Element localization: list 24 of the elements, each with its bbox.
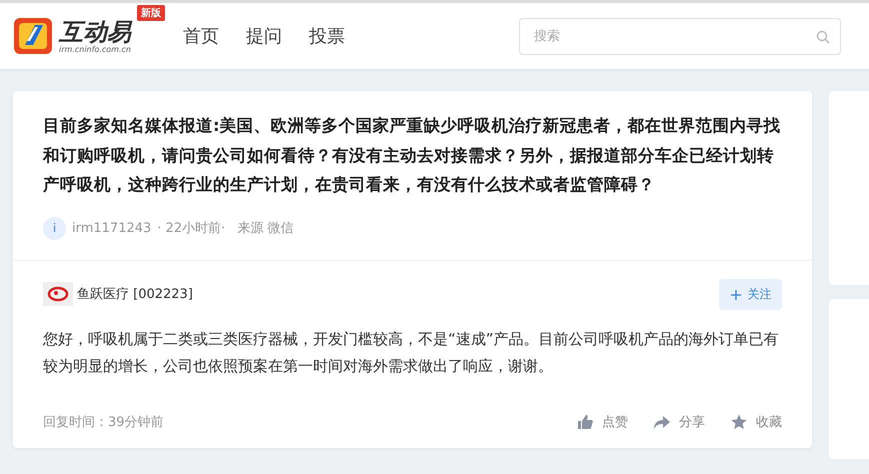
action-link[interactable]: 点赞 — [577, 413, 628, 431]
star-icon — [731, 414, 747, 430]
action-link[interactable]: 收藏 — [731, 413, 782, 431]
new-version-badge: 新版 — [137, 5, 165, 21]
company-name[interactable]: 鱼跃医疗 [002223] — [77, 285, 193, 303]
logo-title: 互动易 — [59, 18, 131, 44]
search-field[interactable]: 搜索 — [519, 18, 841, 54]
user-name: irm1171243 — [72, 220, 152, 236]
question-text: 目前多家知名媒体报道:美国、欧洲等多个国家严重缺少呼吸机治疗新冠患者，都在世界范围内寻找和订购呼吸机，请问贵公司如何看待？有没有主动去对接需求？另外，据报道部分车企已经计划转产呼吸机，这种跨行业的生产计划，在贵司看来，有没有什么技术或者监管障碍？ — [43, 115, 782, 196]
nav-link[interactable]: 提问 — [246, 24, 282, 48]
share-arrow-icon — [654, 414, 670, 430]
thumbs-up-icon — [577, 414, 593, 430]
action-link[interactable]: 分享 — [654, 413, 705, 431]
user-avatar: i — [43, 216, 66, 240]
answer-text: 您好，呼吸机属于二类或三类医疗器械，开发门槛较高，不是“速成”产品。目前公司呼吸机产品的海外订单已有较为明显的增长，公司也依照预案在第一时间对海外需求做出了响应，谢谢。 — [43, 328, 780, 376]
company-logo-icon — [43, 282, 73, 306]
reply-time: 回复时间：39分钟前 — [43, 414, 164, 431]
nav-link[interactable]: 投票 — [309, 24, 345, 48]
post-source: 来源 微信 — [237, 220, 294, 237]
nav-link[interactable]: 首页 — [183, 24, 219, 48]
logo-url: irm.cninfo.com.cn — [59, 44, 131, 54]
post-time: · 22小时前· — [157, 220, 226, 237]
search-icon[interactable] — [816, 30, 830, 44]
logo-icon — [13, 17, 53, 55]
